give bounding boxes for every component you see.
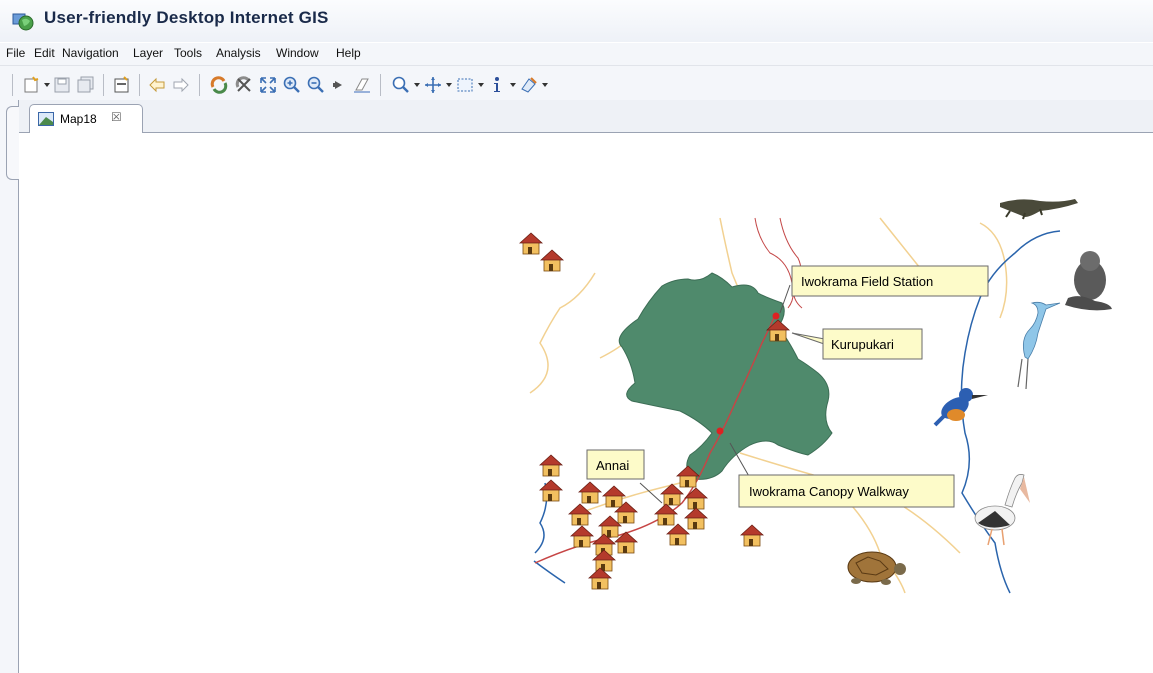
edit-dropdown-icon[interactable] <box>542 83 548 87</box>
toolbar-separator <box>103 74 104 96</box>
zoom-tool-icon[interactable] <box>391 75 411 95</box>
house-icon[interactable] <box>654 503 678 526</box>
house-icon[interactable] <box>602 485 626 508</box>
callout-canopy-walkway[interactable]: Iwokrama Canopy Walkway <box>729 442 955 508</box>
editor-area: Map18 ☒ Iwokrama Field Station Kurupukar… <box>0 100 1153 673</box>
wildlife-symbols <box>847 199 1112 585</box>
title-bar: User-friendly Desktop Internet GIS <box>0 0 1153 42</box>
zoom-extent-icon[interactable] <box>258 75 278 95</box>
house-icon[interactable] <box>666 523 690 546</box>
menu-window[interactable]: Window <box>276 46 319 60</box>
toolbar-separator <box>139 74 140 96</box>
new-map-icon[interactable] <box>22 75 42 95</box>
zoom-out-icon[interactable] <box>306 75 326 95</box>
close-tab-icon[interactable]: ☒ <box>111 110 122 124</box>
pelican-icon <box>974 474 1030 546</box>
kurupukari-label: Kurupukari <box>831 337 894 352</box>
refresh-icon[interactable] <box>209 75 229 95</box>
heron-icon <box>1017 301 1061 390</box>
edit-geometry-icon[interactable] <box>519 75 539 95</box>
house-icon[interactable] <box>740 524 764 547</box>
house-icon[interactable] <box>539 454 563 477</box>
house-icon[interactable] <box>519 232 543 255</box>
stop-refresh-icon[interactable] <box>234 75 254 95</box>
new-map-dropdown-icon[interactable] <box>44 83 50 87</box>
iwokrama-reserve-area <box>618 272 833 480</box>
minimized-view-stack[interactable] <box>6 106 19 180</box>
menu-tools[interactable]: Tools <box>174 46 202 60</box>
toolbar-separator <box>380 74 381 96</box>
tortoise-icon <box>847 551 906 585</box>
zoom-tool-dropdown-icon[interactable] <box>414 83 420 87</box>
menu-navigation[interactable]: Navigation <box>62 46 119 60</box>
callout-field-station[interactable]: Iwokrama Field Station <box>779 265 989 314</box>
menu-layer[interactable]: Layer <box>133 46 163 60</box>
menu-help[interactable]: Help <box>336 46 361 60</box>
select-dropdown-icon[interactable] <box>478 83 484 87</box>
info-icon[interactable] <box>487 75 507 95</box>
info-dropdown-icon[interactable] <box>510 83 516 87</box>
callout-kurupukari[interactable]: Kurupukari <box>791 328 923 360</box>
window-title: User-friendly Desktop Internet GIS <box>44 8 329 27</box>
save-icon[interactable] <box>52 75 72 95</box>
globe-map-icon <box>12 13 34 31</box>
save-all-icon[interactable] <box>76 75 96 95</box>
back-arrow-icon[interactable] <box>147 75 167 95</box>
zoom-in-icon[interactable] <box>282 75 302 95</box>
toolbar-separator <box>12 74 13 96</box>
left-trim-bar <box>0 100 19 673</box>
select-box-icon[interactable] <box>455 75 475 95</box>
caiman-icon <box>1000 199 1078 220</box>
field-station-marker[interactable] <box>772 312 780 320</box>
tab-map18[interactable]: Map18 ☒ <box>29 104 143 133</box>
editor-tab-strip: Map18 ☒ <box>19 100 1153 133</box>
properties-icon[interactable] <box>112 75 132 95</box>
canopy-walkway-label: Iwokrama Canopy Walkway <box>749 484 909 499</box>
pan-icon[interactable] <box>423 75 443 95</box>
house-icon[interactable] <box>578 481 602 504</box>
map-canvas[interactable]: Iwokrama Field Station Kurupukari Annai … <box>20 133 1153 673</box>
toolbar-separator <box>199 74 200 96</box>
map-icon <box>38 112 54 126</box>
menu-edit[interactable]: Edit <box>34 46 55 60</box>
house-icon[interactable] <box>568 503 592 526</box>
otter-icon <box>1065 251 1112 311</box>
field-station-label: Iwokrama Field Station <box>801 274 933 289</box>
canopy-walkway-marker[interactable] <box>716 427 724 435</box>
annai-label: Annai <box>596 458 629 473</box>
house-icon[interactable] <box>540 249 564 272</box>
menu-file[interactable]: File <box>6 46 25 60</box>
menu-analysis[interactable]: Analysis <box>216 46 261 60</box>
map-layers: Iwokrama Field Station Kurupukari Annai … <box>519 199 1112 594</box>
house-icon[interactable] <box>684 487 708 510</box>
eraser-icon[interactable] <box>352 75 372 95</box>
forward-arrow-icon[interactable] <box>171 75 191 95</box>
tab-label: Map18 <box>60 112 97 126</box>
next-arrow-icon[interactable] <box>330 75 350 95</box>
house-icon[interactable] <box>570 525 594 548</box>
kingfisher-icon <box>933 388 988 427</box>
pan-dropdown-icon[interactable] <box>446 83 452 87</box>
house-icon[interactable] <box>684 507 708 530</box>
menu-bar: File Edit Navigation Layer Tools Analysi… <box>0 43 1153 66</box>
main-toolbar <box>0 66 1153 100</box>
house-icon[interactable] <box>539 479 563 502</box>
